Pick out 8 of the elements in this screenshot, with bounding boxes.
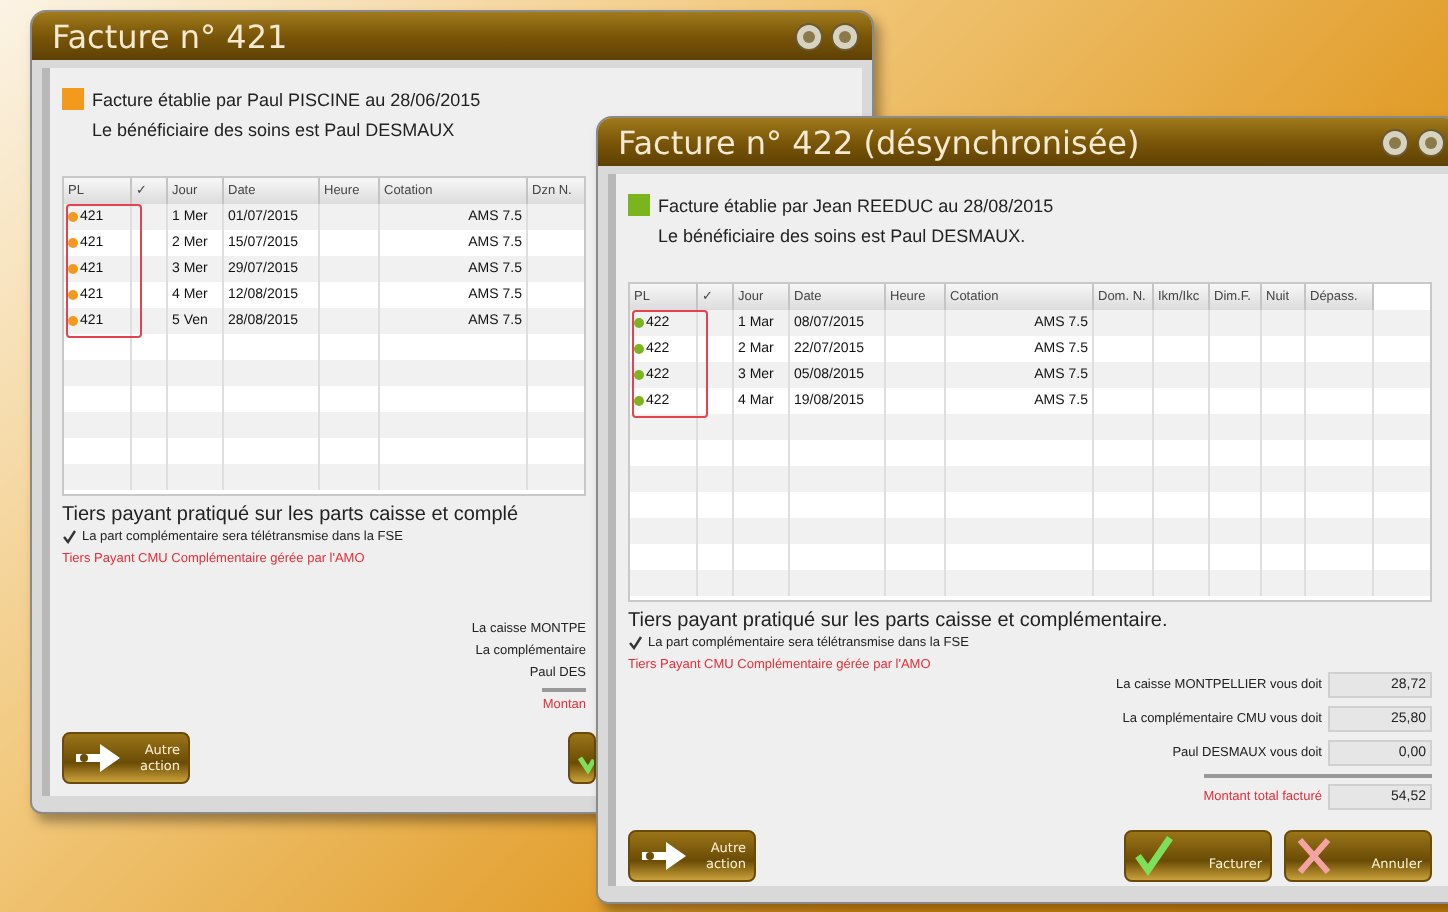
issuer-text: Facture établie par Paul PISCINE au 28/06/2015 xyxy=(92,89,481,109)
beneficiary-text: Le bénéficiaire des soins est Paul DESMAUX. xyxy=(658,226,1026,246)
window-title: Facture n° 421 xyxy=(52,17,288,55)
beneficiary-text: Le bénéficiaire des soins est Paul DESMAUX xyxy=(92,120,455,140)
issuer-text: Facture établie par Jean REEDUC au 28/08/2015 xyxy=(658,195,1054,215)
notice-text: Tiers payant pratiqué sur les parts caisse et complé xyxy=(62,504,521,526)
window-title: Facture n° 422 (désynchronisée) xyxy=(618,123,1140,161)
notice-text: Tiers payant pratiqué sur les parts caisse et complémentaire. xyxy=(628,610,1170,632)
